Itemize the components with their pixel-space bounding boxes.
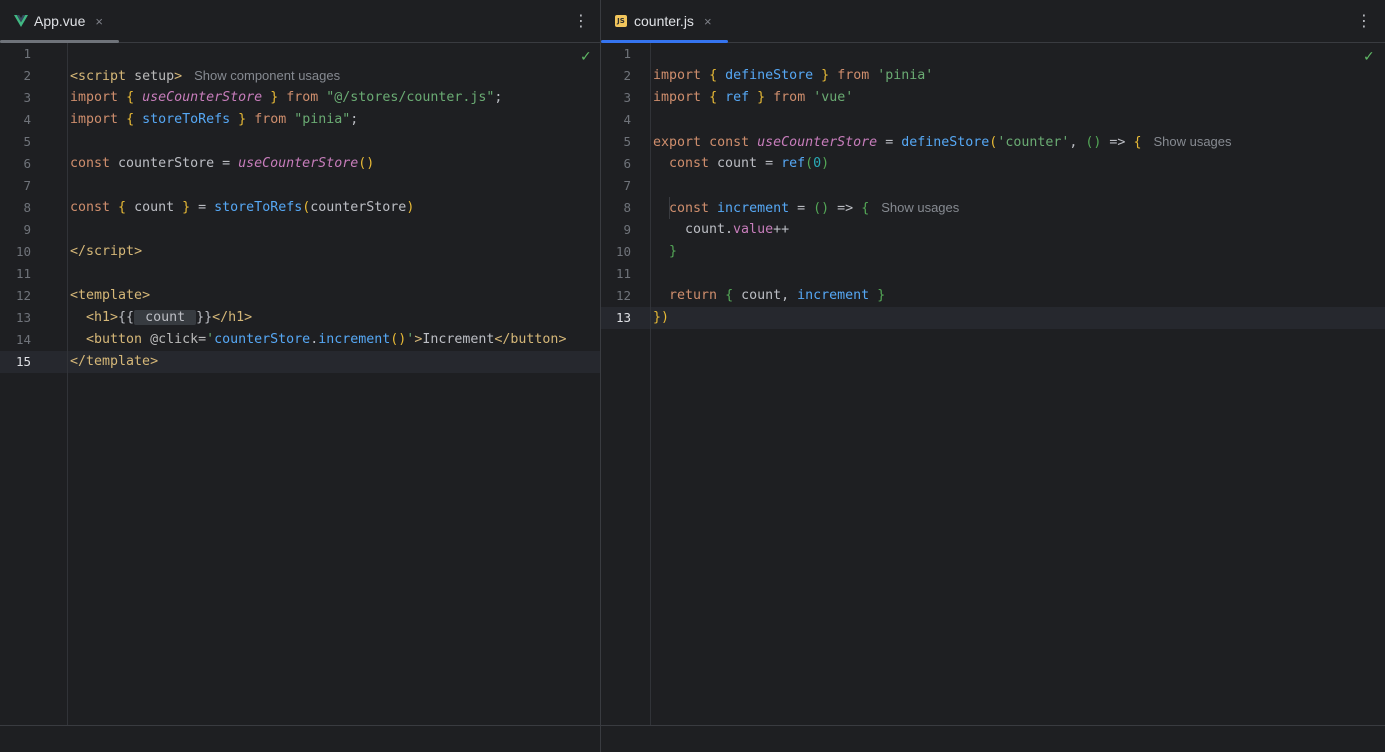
tab-counter-js[interactable]: JS counter.js × <box>601 0 728 43</box>
tab-label: App.vue <box>34 13 86 29</box>
js-file-icon: JS <box>615 15 627 27</box>
left-code-editor[interactable]: ✓ 1 2 3 4 5 6 7 8 9 10 11 12 13 14 15 <script setup> Sh… <box>0 43 600 726</box>
code-line: <h1>{{ count }}</h1> <box>86 310 253 325</box>
code-line: import { defineStore } from 'pinia' <box>653 68 934 83</box>
code-line: count.value++ <box>685 222 790 237</box>
code-line: import { useCounterStore } from "@/store… <box>70 90 503 105</box>
line-number-row: 10 <box>601 241 1385 263</box>
right-tab-bar: JS counter.js × ⋮ <box>601 0 1385 43</box>
code-line: <template> <box>70 288 151 303</box>
code-line: <button @click='counterStore.increment()… <box>86 332 567 347</box>
code-line: <script setup> Show component usages <box>70 68 341 84</box>
code-line: </template> <box>70 354 159 369</box>
code-line: }) <box>653 310 670 325</box>
code-line: const increment = () => {Show usages <box>669 200 960 216</box>
left-editor-pane: App.vue × ⋮ ✓ 1 2 3 4 5 6 7 8 9 10 11 12 13 14 15 <scr… <box>0 0 600 752</box>
tab-label: counter.js <box>634 13 694 29</box>
code-line: import { ref } from 'vue' <box>653 90 854 105</box>
right-editor-pane: JS counter.js × ⋮ ✓ 1 2 3 4 5 6 7 8 9 10 11 12 13 im… <box>601 0 1385 752</box>
close-tab-icon[interactable]: × <box>704 14 712 29</box>
code-line: const { count } = storeToRefs(counterSto… <box>70 200 415 215</box>
code-line: export const useCounterStore = defineSto… <box>653 134 1232 150</box>
code-line: </script> <box>70 244 143 259</box>
code-line: } <box>669 244 678 259</box>
code-line: const counterStore = useCounterStore() <box>70 156 375 171</box>
code-line: const count = ref(0) <box>669 156 830 171</box>
code-line: import { storeToRefs } from "pinia"; <box>70 112 359 127</box>
code-line: return { count, increment } <box>669 288 886 303</box>
line-number-row: 13 <box>601 307 1385 329</box>
more-options-icon[interactable]: ⋮ <box>573 12 589 30</box>
tab-app-vue[interactable]: App.vue × <box>0 0 119 43</box>
right-code-editor[interactable]: ✓ 1 2 3 4 5 6 7 8 9 10 11 12 13 import { defineStore… <box>601 43 1385 726</box>
left-tab-bar: App.vue × ⋮ <box>0 0 600 43</box>
close-tab-icon[interactable]: × <box>95 14 103 29</box>
left-status-bar <box>0 725 600 752</box>
more-options-icon[interactable]: ⋮ <box>1356 12 1372 30</box>
vue-icon <box>14 15 28 27</box>
right-status-bar <box>601 725 1385 752</box>
